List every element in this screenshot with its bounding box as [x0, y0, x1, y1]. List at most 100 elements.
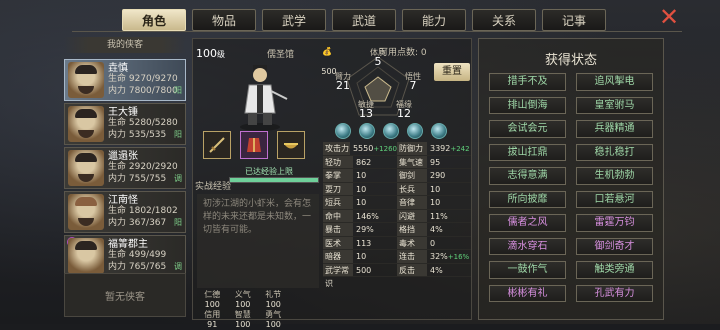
hero-hp: 生命 9270/9270: [108, 74, 178, 85]
hero-portrait: [68, 194, 104, 230]
hero-name: 江南怪: [108, 194, 138, 206]
accessory-slot[interactable]: [277, 131, 305, 159]
armor-slot[interactable]: [240, 131, 268, 159]
hero-card[interactable]: 江南怪 生命 1802/1802 内力 367/367 阳: [64, 191, 186, 233]
status-badge[interactable]: 一鼓作气: [489, 261, 566, 279]
status-badge[interactable]: 皇室驸马: [576, 96, 653, 114]
status-badge[interactable]: 所向披靡: [489, 190, 566, 208]
status-badge[interactable]: 滴水穿石: [489, 237, 566, 255]
status-badge[interactable]: 措手不及: [489, 73, 566, 91]
status-badge[interactable]: 兵器精通: [576, 120, 653, 138]
stat-name: 医术: [323, 236, 353, 249]
stat-value: 29%: [353, 223, 397, 236]
gem-slot[interactable]: [335, 123, 351, 139]
gem-slot[interactable]: [383, 123, 399, 139]
gem-slot[interactable]: [431, 123, 447, 139]
status-badge[interactable]: 孔武有力: [576, 284, 653, 302]
stat-value-text: 862: [356, 157, 372, 167]
status-badge[interactable]: 生机勃勃: [576, 167, 653, 185]
hero-name: 垚慎: [108, 62, 128, 74]
tab-martial-arts[interactable]: 武学: [262, 9, 326, 31]
stat-cell: 暗器 10: [323, 250, 397, 263]
hero-mp: 内力 755/755: [108, 173, 167, 184]
status-badge[interactable]: 触类旁通: [576, 261, 653, 279]
gem-slot[interactable]: [359, 123, 375, 139]
status-badge[interactable]: 追风掣电: [576, 73, 653, 91]
attr-value-tizhi: 5: [374, 55, 382, 68]
status-badge[interactable]: 会试会元: [489, 120, 566, 138]
virtue-value: 100: [265, 320, 281, 329]
stat-cell: 反击 4%: [397, 263, 471, 276]
virtue-value: 91: [207, 320, 218, 329]
status-panel-title: 获得状态: [544, 53, 597, 68]
tab-relations[interactable]: 关系: [472, 9, 536, 31]
stat-cell: 音律 10: [397, 196, 471, 209]
stat-value-text: 113: [356, 238, 372, 248]
hero-mp: 内力 765/765: [108, 261, 167, 272]
status-badge[interactable]: 排山倒海: [489, 96, 566, 114]
exp-bar: [229, 177, 319, 183]
stat-name: 命中: [323, 209, 353, 222]
stat-name: 攻击力: [323, 142, 350, 155]
stat-cell: 命中 146%: [323, 209, 397, 222]
status-badge[interactable]: 彬彬有礼: [489, 284, 566, 302]
hero-card[interactable]: 邋遢张 生命 2920/2920 内力 755/755 调: [64, 147, 186, 189]
status-badge[interactable]: 口若悬河: [576, 190, 653, 208]
stat-name: 暴击: [323, 223, 353, 236]
stat-value-text: 10: [356, 198, 367, 207]
status-badge[interactable]: 儒者之风: [489, 214, 566, 232]
stat-cell: 医术 113: [323, 236, 397, 249]
tab-martial-way[interactable]: 武道: [332, 9, 396, 31]
virtue-value: 100: [235, 300, 251, 309]
status-badge[interactable]: 御剑奇才: [576, 237, 653, 255]
stat-cell: 攻击力 5550+1260: [323, 142, 397, 155]
stat-cell: 轻功 862: [323, 155, 397, 168]
stat-bonus: +242: [450, 145, 470, 153]
stat-cell: 拳掌 10: [323, 169, 397, 182]
reset-button[interactable]: 重置: [434, 63, 470, 81]
stat-value-text: 0: [430, 238, 436, 248]
stat-cell: 闪避 11%: [397, 209, 471, 222]
stat-value-text: 290: [430, 171, 446, 180]
hero-hp: 生命 1802/1802: [108, 206, 178, 217]
stat-name: 拳掌: [323, 169, 353, 182]
stat-value: 10: [353, 250, 397, 263]
character-level: 100级: [196, 47, 225, 60]
stat-cell: 毒术 0: [397, 236, 471, 249]
stat-value-text: 10: [356, 252, 367, 261]
stat-cell: 短兵 10: [323, 196, 397, 209]
attr-value-wuxing: 7: [409, 79, 417, 92]
status-badge[interactable]: 稳扎稳打: [576, 143, 653, 161]
stat-row: 医术 113 毒术 0: [323, 236, 471, 250]
hero-list: 我的侠客 垚慎 生命 9270/9270 内力 7800/7800 阳 王大锤 …: [64, 37, 186, 321]
status-badge[interactable]: 拔山扛鼎: [489, 143, 566, 161]
stat-value: 10: [353, 196, 397, 209]
stat-name: 反击: [397, 263, 427, 276]
stat-name: 音律: [397, 196, 427, 209]
character-sprite: [240, 65, 288, 131]
hero-portrait: [68, 150, 104, 186]
tab-abilities[interactable]: 能力: [402, 9, 466, 31]
stat-bonus: +16%: [447, 253, 470, 261]
tab-items[interactable]: 物品: [192, 9, 256, 31]
hero-card[interactable]: 王大锤 生命 5280/5280 内力 535/535 阳: [64, 103, 186, 145]
status-badge[interactable]: 志得意满: [489, 167, 566, 185]
tab-character[interactable]: 角色: [122, 9, 186, 31]
stat-cell: 耍刀 10: [323, 182, 397, 195]
virtue-value: 100: [204, 300, 220, 309]
hero-card[interactable]: 垚慎 生命 9270/9270 内力 7800/7800 阳: [64, 59, 186, 101]
tab-journal[interactable]: 记事: [542, 9, 606, 31]
stat-name: 防御力: [397, 142, 427, 155]
weapon-slot[interactable]: [203, 131, 231, 159]
stat-value-text: 32%: [430, 252, 448, 261]
stat-cell: 防御力 3392+242: [397, 142, 471, 155]
stat-value: 500: [353, 264, 397, 277]
attr-value-fuyuan: 12: [397, 107, 411, 120]
stat-value-text: 29%: [356, 225, 374, 234]
gem-slot[interactable]: [407, 123, 423, 139]
hero-card[interactable]: ✦ 福箐郡主 生命 499/499 内力 765/765 调: [64, 235, 186, 277]
close-icon[interactable]: ✕: [657, 5, 681, 30]
status-badge[interactable]: 雷霆万钧: [576, 214, 653, 232]
stat-row: 攻击力 5550+1260 防御力 3392+242: [323, 142, 471, 156]
stat-value: 32%+16%: [427, 250, 471, 263]
